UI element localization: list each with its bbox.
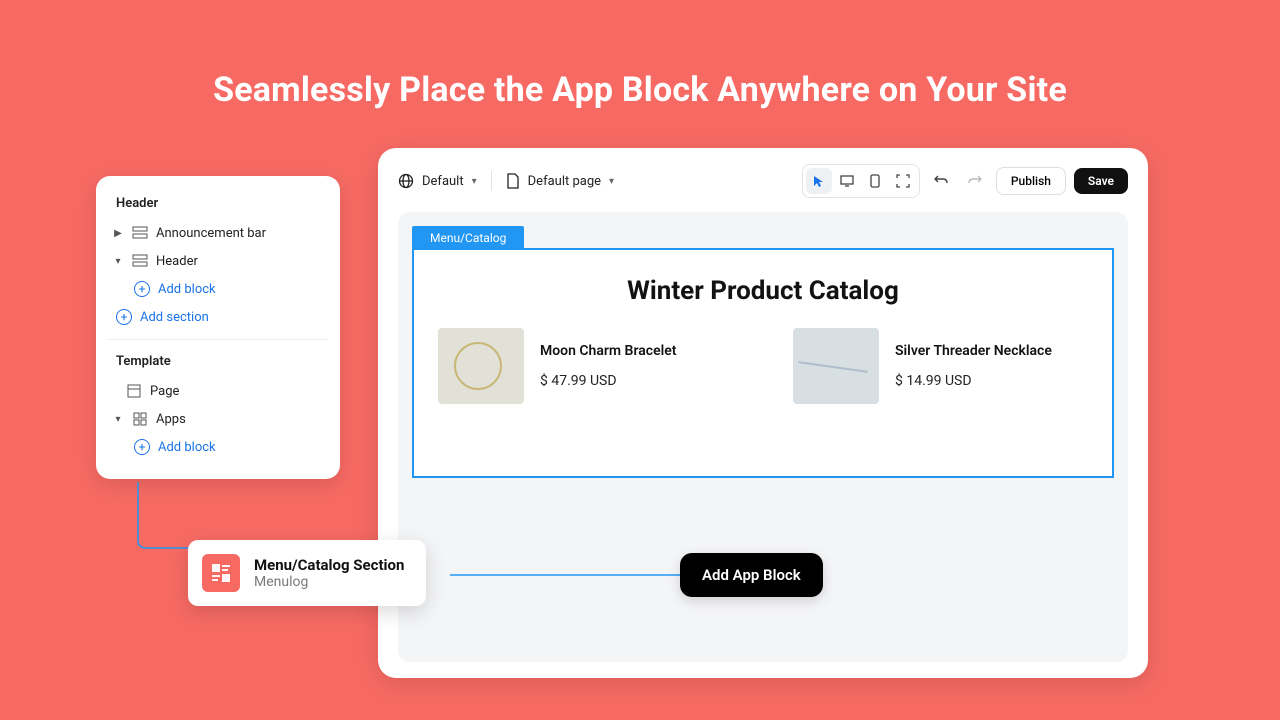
section-icon bbox=[132, 253, 148, 269]
page-selector[interactable]: Default page ▾ bbox=[506, 173, 614, 189]
separator bbox=[491, 171, 492, 191]
desktop-view-button[interactable] bbox=[834, 168, 860, 194]
app-block-title: Menu/Catalog Section bbox=[254, 556, 404, 574]
app-block-icon bbox=[202, 554, 240, 592]
chevron-down-icon: ▾ bbox=[609, 176, 614, 187]
app-block-card[interactable]: Menu/Catalog Section Menulog bbox=[188, 540, 426, 606]
sidebar-item-header[interactable]: ▾ Header bbox=[108, 247, 328, 275]
headline: Seamlessly Place the App Block Anywhere … bbox=[0, 0, 1280, 110]
product-card: Silver Threader Necklace $ 14.99 USD bbox=[793, 328, 1088, 404]
device-toggle-group bbox=[802, 164, 920, 198]
sidebar-item-label: Announcement bar bbox=[156, 226, 266, 241]
sidebar-header-title: Header bbox=[108, 190, 328, 219]
add-section-label: Add section bbox=[140, 310, 209, 325]
plus-circle-icon: + bbox=[116, 309, 132, 325]
product-price: $ 47.99 USD bbox=[540, 373, 676, 389]
theme-label: Default bbox=[422, 174, 464, 189]
add-block-label: Add block bbox=[158, 440, 216, 455]
chevron-right-icon: ▶ bbox=[112, 228, 124, 239]
page-icon bbox=[506, 173, 520, 189]
undo-button[interactable] bbox=[928, 168, 954, 194]
product-card: Moon Charm Bracelet $ 47.99 USD bbox=[438, 328, 733, 404]
sidebar-item-label: Apps bbox=[156, 412, 186, 427]
product-image bbox=[793, 328, 879, 404]
plus-circle-icon: + bbox=[134, 281, 150, 297]
add-app-block-button[interactable]: Add App Block bbox=[680, 553, 823, 597]
page-icon bbox=[126, 383, 142, 399]
divider bbox=[108, 339, 328, 340]
redo-button[interactable] bbox=[962, 168, 988, 194]
product-name: Moon Charm Bracelet bbox=[540, 343, 676, 359]
sidebar-item-announcement-bar[interactable]: ▶ Announcement bar bbox=[108, 219, 328, 247]
add-section[interactable]: + Add section bbox=[108, 303, 328, 331]
add-block-apps[interactable]: + Add block bbox=[108, 433, 328, 461]
section-icon bbox=[132, 225, 148, 241]
chevron-down-icon: ▾ bbox=[472, 176, 477, 187]
add-block-header[interactable]: + Add block bbox=[108, 275, 328, 303]
product-row: Moon Charm Bracelet $ 47.99 USD Silver T… bbox=[438, 328, 1088, 404]
sidebar-item-label: Page bbox=[150, 384, 179, 399]
theme-selector[interactable]: Default ▾ bbox=[398, 173, 477, 189]
sidebar-item-label: Header bbox=[156, 254, 198, 269]
editor-window: Default ▾ Default page ▾ bbox=[378, 148, 1148, 678]
sidebar-item-apps[interactable]: ▾ Apps bbox=[108, 405, 328, 433]
selected-block-tab[interactable]: Menu/Catalog bbox=[412, 226, 524, 250]
add-block-label: Add block bbox=[158, 282, 216, 297]
sidebar-template-title: Template bbox=[108, 348, 328, 377]
fullscreen-view-button[interactable] bbox=[890, 168, 916, 194]
publish-button[interactable]: Publish bbox=[996, 167, 1066, 195]
mobile-view-button[interactable] bbox=[862, 168, 888, 194]
plus-circle-icon: + bbox=[134, 439, 150, 455]
app-block-subtitle: Menulog bbox=[254, 574, 404, 590]
save-button[interactable]: Save bbox=[1074, 168, 1128, 194]
product-price: $ 14.99 USD bbox=[895, 373, 1052, 389]
cursor-mode-button[interactable] bbox=[806, 168, 832, 194]
sidebar-item-page[interactable]: Page bbox=[108, 377, 328, 405]
chevron-down-icon: ▾ bbox=[112, 414, 124, 425]
chevron-down-icon: ▾ bbox=[112, 256, 124, 267]
sidebar-panel: Header ▶ Announcement bar ▾ Header + Add… bbox=[96, 176, 340, 479]
page-label: Default page bbox=[528, 174, 601, 189]
catalog-title: Winter Product Catalog bbox=[438, 276, 1088, 306]
selected-block[interactable]: Winter Product Catalog Moon Charm Bracel… bbox=[412, 248, 1114, 478]
globe-icon bbox=[398, 173, 414, 189]
product-image bbox=[438, 328, 524, 404]
product-name: Silver Threader Necklace bbox=[895, 343, 1052, 359]
apps-icon bbox=[132, 411, 148, 427]
topbar: Default ▾ Default page ▾ bbox=[398, 164, 1128, 198]
